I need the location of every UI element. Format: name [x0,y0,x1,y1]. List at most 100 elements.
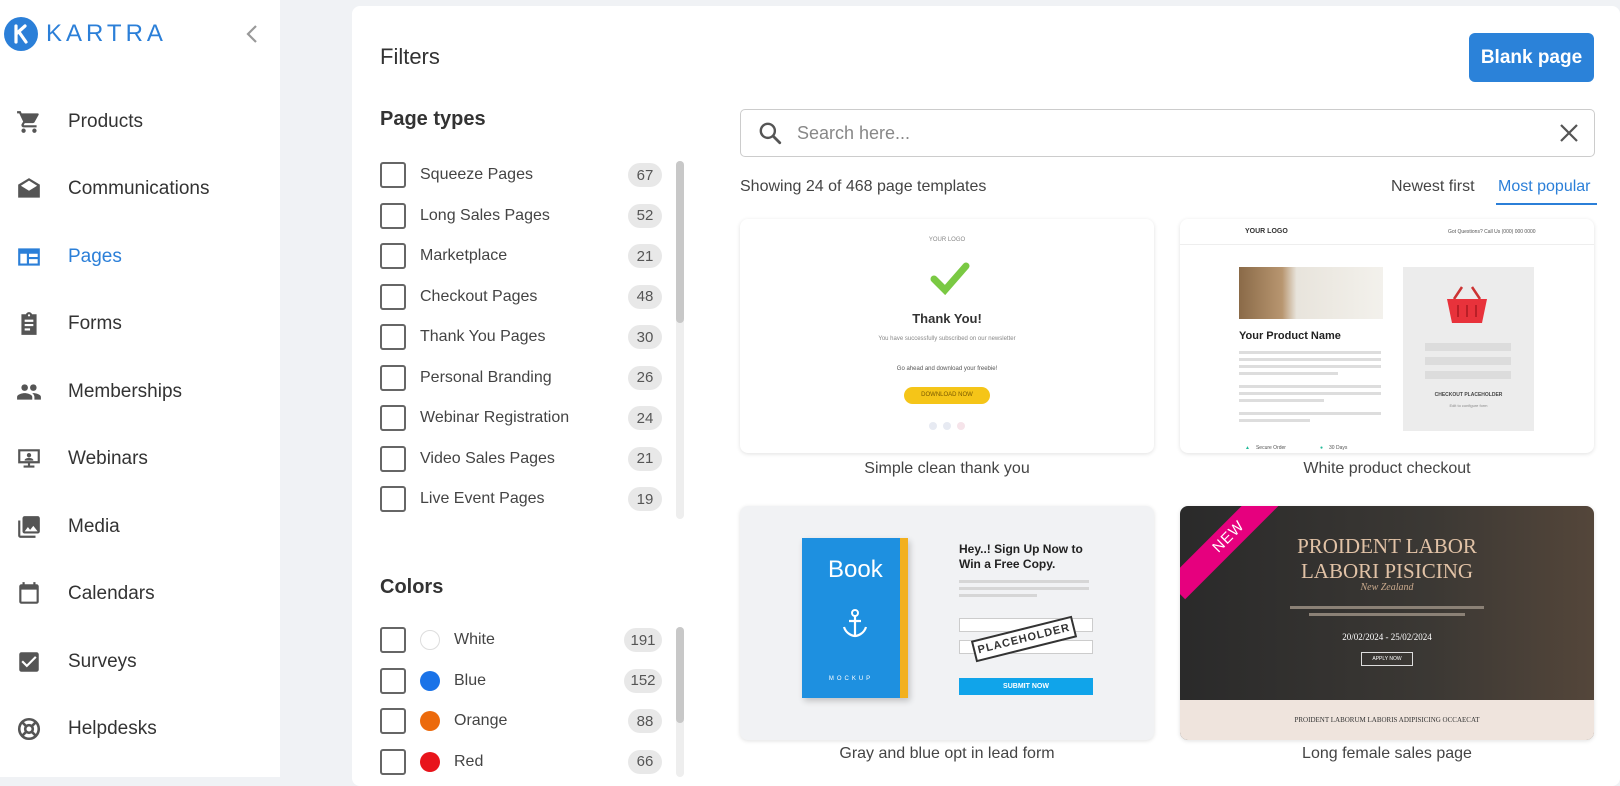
checkbox[interactable] [380,708,406,735]
preview-script: New Zealand [1360,582,1414,593]
preview-apply-button: APPLY NOW [1361,652,1413,666]
filter-live-event-pages[interactable]: Live Event Pages 19 [380,479,662,520]
filter-color-blue[interactable]: Blue 152 [380,661,662,702]
sidebar-item-label: Forms [68,313,122,335]
clear-search-icon[interactable] [1558,122,1580,144]
colors-title: Colors [380,576,444,598]
sidebar-item-surveys[interactable]: Surveys [0,628,280,696]
filter-thank-you-pages[interactable]: Thank You Pages 30 [380,317,662,358]
sidebar-item-label: Surveys [68,650,137,672]
template-caption[interactable]: Gray and blue opt in lead form [740,745,1154,763]
sort-newest-first[interactable]: Newest first [1391,178,1475,196]
preview-text: You have successfully subscribed on our … [878,336,1016,342]
checkbox[interactable] [380,486,406,513]
checkbox[interactable] [380,364,406,391]
template-caption[interactable]: Long female sales page [1180,745,1594,763]
page-types-scrollbar[interactable] [676,161,684,519]
filter-video-sales-pages[interactable]: Video Sales Pages 21 [380,439,662,480]
book-subtitle: MOCKUP [828,676,874,682]
filter-long-sales-pages[interactable]: Long Sales Pages 52 [380,196,662,237]
product-image [1239,267,1383,319]
calendar-icon [14,579,44,609]
template-card-thank-you[interactable]: YOUR LOGO Thank You! You have successful… [740,219,1154,453]
kartra-logo[interactable]: KARTRA [4,16,167,52]
sidebar: KARTRA Products Communications Pages For… [0,0,280,777]
filter-label: Marketplace [420,247,508,265]
checkbox[interactable] [380,162,406,189]
template-card-opt-in-form[interactable]: Book MOCKUP Hey..! Sign Up Now to Win a … [740,506,1154,740]
filter-marketplace[interactable]: Marketplace 21 [380,236,662,277]
filter-label: Long Sales Pages [420,206,550,224]
sidebar-item-helpdesks[interactable]: Helpdesks [0,696,280,764]
sidebar-item-communications[interactable]: Communications [0,156,280,224]
preview-product-name: Your Product Name [1239,330,1341,342]
checkbox[interactable] [380,202,406,229]
preview-body-text [1239,351,1381,422]
checkbox[interactable] [380,243,406,270]
collapse-sidebar-icon[interactable] [240,22,264,46]
kartra-logo-icon [4,17,38,51]
filter-label: Video Sales Pages [420,449,555,467]
filter-count: 66 [628,749,662,774]
filter-color-orange[interactable]: Orange 88 [380,701,662,742]
sidebar-item-products[interactable]: Products [0,88,280,156]
sidebar-item-label: Communications [68,178,210,200]
checkbox[interactable] [380,445,406,472]
checkbox[interactable] [380,324,406,351]
presentation-icon [14,444,44,474]
colors-scrollbar[interactable] [676,627,684,777]
sidebar-item-media[interactable]: Media [0,493,280,561]
colors-list: White 191 Blue 152 Orange 88 Red 66 [380,620,662,782]
filter-checkout-pages[interactable]: Checkout Pages 48 [380,277,662,318]
preview-body-text [1290,606,1484,616]
sidebar-item-label: Webinars [68,448,148,470]
preview-heading: Thank You! [912,311,982,326]
preview-body-text [959,580,1089,597]
filter-label: Checkout Pages [420,287,538,305]
blank-page-button[interactable]: Blank page [1469,33,1594,82]
filter-label: Live Event Pages [420,490,545,508]
checkbox[interactable] [380,748,406,775]
sidebar-item-label: Pages [68,245,122,267]
sidebar-item-webinars[interactable]: Webinars [0,426,280,494]
filter-label: Webinar Registration [420,409,570,427]
orange-swatch [420,711,440,732]
filter-webinar-registration[interactable]: Webinar Registration 24 [380,398,662,439]
filter-color-red[interactable]: Red 66 [380,742,662,783]
checkbox[interactable] [380,667,406,694]
template-caption[interactable]: Simple clean thank you [740,460,1154,478]
sidebar-item-forms[interactable]: Forms [0,291,280,359]
sidebar-nav: Products Communications Pages Forms Memb… [0,88,280,763]
checkbox[interactable] [380,283,406,310]
sidebar-item-calendars[interactable]: Calendars [0,561,280,629]
filter-count: 21 [628,244,662,269]
people-icon [14,377,44,407]
sidebar-item-label: Helpdesks [68,718,157,740]
preview-title-line2: LABORI PISICING [1300,559,1474,583]
checkbox[interactable] [380,627,406,654]
checkout-placeholder-sub: Edit to configure form [1449,403,1488,408]
search-input[interactable] [797,122,1537,144]
filter-squeeze-pages[interactable]: Squeeze Pages 67 [380,155,662,196]
template-card-female-sales[interactable]: NEW PROIDENT LABOR LABORI PISICING New Z… [1180,506,1594,740]
filter-count: 52 [628,203,662,228]
money-back-days: ● 30 Days [1320,445,1348,451]
checkout-placeholder-label: CHECKOUT PLACEHOLDER [1434,392,1503,398]
scrollbar-thumb[interactable] [676,161,684,323]
images-icon [14,512,44,542]
sort-most-popular[interactable]: Most popular [1498,178,1591,196]
envelope-icon [14,174,44,204]
template-caption[interactable]: White product checkout [1180,460,1594,478]
filter-count: 67 [628,163,662,188]
sidebar-item-memberships[interactable]: Memberships [0,358,280,426]
template-card-product-checkout[interactable]: YOUR LOGO Got Questions? Call Us (000) 0… [1180,219,1594,453]
search-bar [740,109,1595,157]
scrollbar-thumb[interactable] [676,627,684,723]
checkbox[interactable] [380,405,406,432]
preview-contact: Got Questions? Call Us (000) 000 0000 [1448,229,1536,235]
preview-submit-button: SUBMIT NOW [959,678,1093,695]
filter-personal-branding[interactable]: Personal Branding 26 [380,358,662,399]
filter-count: 152 [624,668,662,693]
sidebar-item-pages[interactable]: Pages [0,223,280,291]
filter-color-white[interactable]: White 191 [380,620,662,661]
